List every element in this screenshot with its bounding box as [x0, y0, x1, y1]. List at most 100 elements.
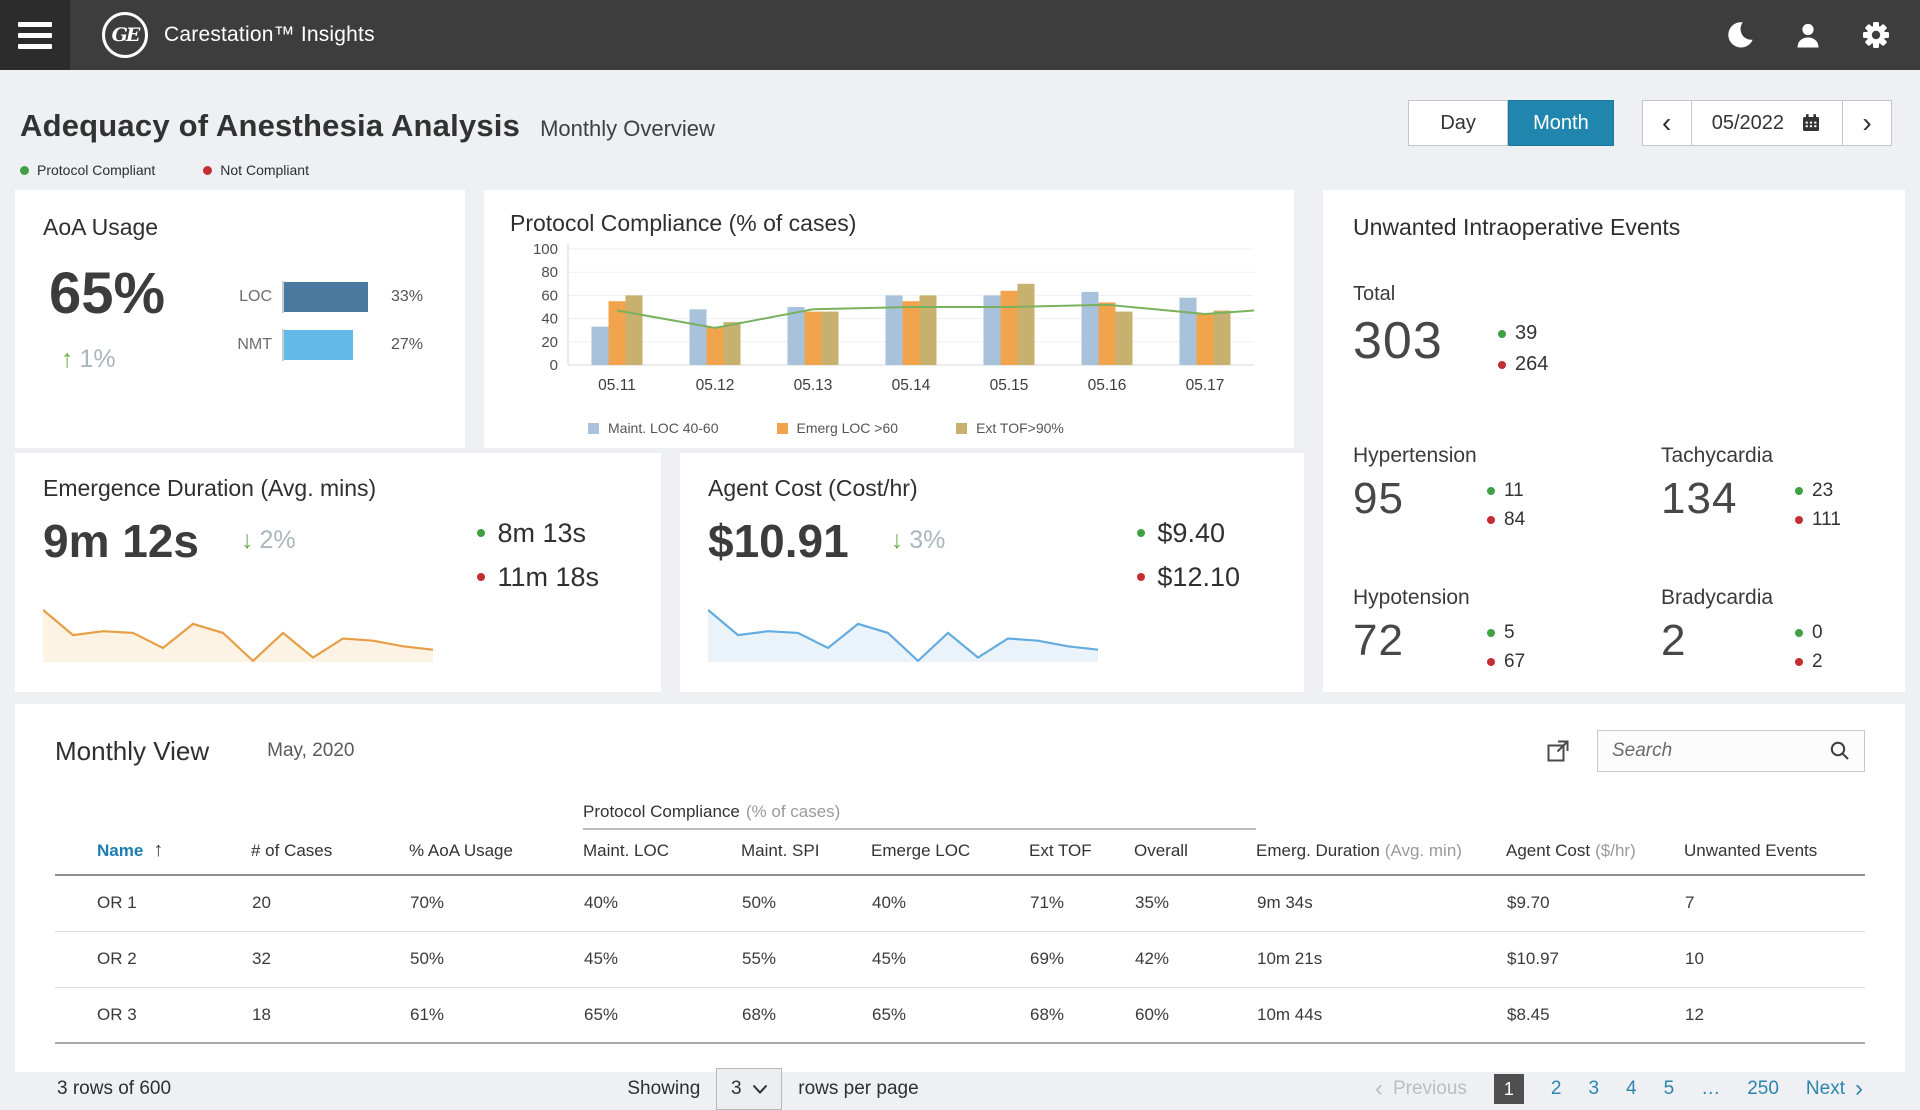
compliant-dot — [1487, 629, 1495, 637]
page-number[interactable]: 5 — [1664, 1078, 1675, 1100]
aoa-bar-label: NMT — [228, 336, 272, 354]
table-cell: $10.97 — [1506, 931, 1684, 987]
table-cell: 10m 44s — [1256, 987, 1506, 1043]
svg-text:100: 100 — [533, 241, 558, 258]
noncompliant-dot — [1487, 516, 1495, 524]
svg-text:60: 60 — [541, 287, 558, 304]
app-topbar: GE Carestation™ Insights — [0, 0, 1920, 70]
event-stat: Tachycardia 134 23 111 — [1661, 444, 1875, 534]
table-cell: 45% — [583, 931, 741, 987]
compliant-dot — [1795, 487, 1803, 495]
table-cell: 61% — [409, 987, 583, 1043]
table-cell: $9.70 — [1506, 875, 1684, 931]
noncompliant-dot — [1137, 573, 1145, 581]
noncompliant-count: 2 — [1812, 651, 1823, 673]
rows-per-page-select[interactable]: 3 — [716, 1068, 782, 1110]
compliant-dot — [1137, 529, 1145, 537]
event-value: 134 — [1661, 476, 1773, 534]
page-number[interactable]: 2 — [1551, 1078, 1562, 1100]
next-page-button[interactable]: Next› — [1806, 1077, 1863, 1101]
svg-text:05.16: 05.16 — [1088, 377, 1127, 394]
date-picker[interactable]: 05/2022 — [1691, 101, 1843, 145]
emergence-sparkline — [43, 604, 433, 670]
event-stat: Hypotension 72 5 67 — [1353, 586, 1661, 676]
table-group-header-row: Protocol Compliance(% of cases) — [55, 802, 1865, 829]
table-cell: 60% — [1134, 987, 1256, 1043]
table-subtitle: May, 2020 — [267, 740, 354, 762]
page-number[interactable]: 3 — [1588, 1078, 1599, 1100]
day-toggle-button[interactable]: Day — [1408, 100, 1508, 146]
chevron-right-icon[interactable]: › — [1843, 101, 1891, 145]
table-row: OR 12070%40%50%40%71%35%9m 34s$9.707 — [55, 875, 1865, 931]
emergence-compliant-value: 8m 13s — [497, 518, 586, 549]
or-table: Protocol Compliance(% of cases) Name↑# o… — [55, 802, 1865, 1044]
aoa-bar-row: NMT 27% — [228, 329, 437, 361]
table-header-row: Name↑# of Cases% AoA UsageMaint. LOCMain… — [55, 829, 1865, 875]
table-cell: OR 1 — [55, 875, 251, 931]
card-title: Agent Cost (Cost/hr) — [708, 475, 1276, 502]
total-compliant-count: 39 — [1515, 322, 1537, 345]
svg-text:05.13: 05.13 — [794, 377, 833, 394]
noncompliant-dot — [1795, 516, 1803, 524]
agent-cost-card: Agent Cost (Cost/hr) $10.91 ↓ 3% $9.40 $… — [680, 453, 1304, 692]
card-title: AoA Usage — [43, 214, 437, 241]
search-input[interactable] — [1610, 739, 1828, 763]
card-title: Emergence Duration (Avg. mins) — [43, 475, 633, 502]
previous-page-button[interactable]: ‹Previous — [1375, 1077, 1467, 1101]
date-navigator: ‹ 05/2022 › — [1642, 100, 1892, 146]
gear-icon[interactable] — [1860, 19, 1892, 51]
event-value: 2 — [1661, 618, 1773, 676]
table-cell: OR 3 — [55, 987, 251, 1043]
date-value: 05/2022 — [1712, 112, 1784, 135]
person-icon[interactable] — [1792, 19, 1824, 51]
page-number-active[interactable]: 1 — [1494, 1074, 1524, 1104]
legend-swatch — [777, 423, 788, 434]
event-stat: Hypertension 95 11 84 — [1353, 444, 1661, 534]
table-cell: 7 — [1684, 875, 1865, 931]
column-header: Overall — [1134, 829, 1256, 875]
sort-ascending-icon[interactable]: ↑ — [153, 839, 163, 861]
table-cell: 9m 34s — [1256, 875, 1506, 931]
table-cell: 12 — [1684, 987, 1865, 1043]
table-cell: 68% — [1029, 987, 1134, 1043]
page-number[interactable]: 250 — [1747, 1078, 1779, 1100]
moon-icon[interactable] — [1724, 19, 1756, 51]
table-cell: 10m 21s — [1256, 931, 1506, 987]
page-number[interactable]: 4 — [1626, 1078, 1637, 1100]
protocol-compliance-group-header: Protocol Compliance(% of cases) — [583, 802, 1256, 829]
month-toggle-button[interactable]: Month — [1508, 100, 1614, 146]
event-label: Tachycardia — [1661, 444, 1875, 468]
svg-text:05.14: 05.14 — [892, 377, 931, 394]
table-cell: 68% — [741, 987, 871, 1043]
trend-up-icon: ↑ — [61, 345, 74, 374]
compliant-count: 5 — [1504, 622, 1515, 644]
total-noncompliant-count: 264 — [1515, 353, 1548, 376]
aoa-value: 65% — [49, 265, 228, 323]
compliant-count: 0 — [1812, 622, 1823, 644]
table-cell: 40% — [871, 875, 1029, 931]
chevron-left-icon[interactable]: ‹ — [1643, 101, 1691, 145]
legend-series-label: Emerg LOC >60 — [797, 420, 899, 436]
agent-cost-sparkline — [708, 604, 1098, 670]
page-subtitle: Monthly Overview — [540, 116, 715, 142]
table-row: OR 31861%65%68%65%68%60%10m 44s$8.4512 — [55, 987, 1865, 1043]
chevron-down-icon — [752, 1084, 768, 1095]
compliant-dot — [1795, 629, 1803, 637]
svg-text:05.12: 05.12 — [696, 377, 735, 394]
page-number[interactable]: … — [1701, 1078, 1720, 1100]
column-header-name[interactable]: Name↑ — [55, 829, 251, 875]
event-label: Hypertension — [1353, 444, 1661, 468]
chart-legend-item: Ext TOF>90% — [956, 420, 1064, 436]
event-value: 95 — [1353, 476, 1465, 534]
external-link-icon[interactable] — [1545, 738, 1571, 764]
aoa-bar-value: 33% — [391, 288, 437, 306]
trend-down-icon: ↓ — [241, 526, 254, 555]
search-icon[interactable] — [1828, 739, 1852, 763]
chevron-right-icon: › — [1855, 1077, 1863, 1101]
aoa-bar-track — [282, 329, 381, 361]
noncompliant-count: 111 — [1812, 509, 1841, 531]
svg-text:0: 0 — [550, 357, 558, 374]
hamburger-menu-icon[interactable] — [0, 0, 70, 70]
agent-cost-delta: 3% — [909, 526, 945, 555]
noncompliant-dot — [477, 573, 485, 581]
